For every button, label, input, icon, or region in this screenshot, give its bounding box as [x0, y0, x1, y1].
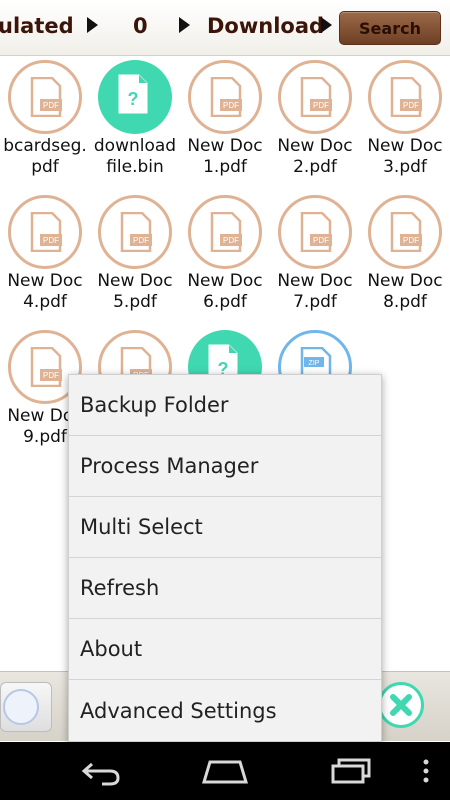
menu-item-multi-select[interactable]: Multi Select [69, 497, 381, 558]
file-name-line2: 7.pdf [293, 292, 337, 312]
file-name-line2: 6.pdf [203, 292, 247, 312]
pdf-document-icon: PDF [390, 212, 422, 252]
breadcrumb-separator-icon [179, 17, 190, 33]
pdf-document-icon: PDF [30, 77, 62, 117]
file-name-line1: New Doc [277, 271, 353, 291]
system-navigation-bar [0, 742, 450, 800]
menu-item-about[interactable]: About [69, 619, 381, 680]
recent-apps-icon [331, 758, 371, 784]
breadcrumb-separator-icon [87, 17, 98, 33]
pdf-document-icon: PDF [30, 347, 62, 387]
file-name-line2: pdf [31, 157, 59, 177]
pdf-document-icon: PDF [390, 77, 422, 117]
svg-text:PDF: PDF [313, 101, 329, 110]
breadcrumb-item-ulated[interactable]: ulated [0, 14, 74, 38]
pdf-file-icon: PDF [188, 60, 262, 134]
svg-text:PDF: PDF [313, 236, 329, 245]
file-name-line1: New Doc [187, 271, 263, 291]
svg-text:PDF: PDF [223, 101, 239, 110]
menu-item-process-manager[interactable]: Process Manager [69, 436, 381, 497]
svg-text:PDF: PDF [43, 101, 59, 110]
breadcrumb-item-0[interactable]: 0 [133, 14, 148, 38]
file-name-line2: 1.pdf [203, 157, 247, 177]
back-icon [81, 762, 120, 786]
overflow-menu-button[interactable] [414, 742, 438, 800]
breadcrumb-bar: ulated 0 Download Search [0, 0, 450, 56]
svg-text:ZIP: ZIP [309, 360, 320, 367]
file-manager-screen: ulated 0 Download Search PDF bcardseg. pd… [0, 0, 450, 800]
breadcrumb-separator-icon [321, 17, 332, 33]
pdf-document-icon: PDF [120, 212, 152, 252]
menu-item-refresh[interactable]: Refresh [69, 558, 381, 619]
pdf-document-icon: PDF [210, 77, 242, 117]
question-document-icon: ? [118, 74, 148, 114]
file-name-line2: 2.pdf [293, 157, 337, 177]
file-name-line2: 8.pdf [383, 292, 427, 312]
search-button[interactable]: Search [339, 11, 441, 45]
pdf-file-icon: PDF [188, 195, 262, 269]
recent-apps-button[interactable] [322, 742, 378, 800]
svg-text:PDF: PDF [43, 371, 59, 380]
menu-item-advanced-settings[interactable]: Advanced Settings [69, 680, 381, 741]
close-button[interactable] [376, 680, 426, 732]
file-name-line1: New Doc [367, 136, 443, 156]
svg-text:PDF: PDF [403, 101, 419, 110]
file-name-line1: download [93, 136, 177, 156]
unknown-file-icon: ? [98, 60, 172, 134]
options-menu: Backup Folder Process Manager Multi Sele… [68, 374, 382, 742]
file-name-line2: 4.pdf [23, 292, 67, 312]
file-name-line2: 3.pdf [383, 157, 427, 177]
home-icon [201, 760, 249, 784]
pdf-document-icon: PDF [300, 212, 332, 252]
overflow-menu-icon [423, 759, 429, 783]
breadcrumb-item-download[interactable]: Download [207, 14, 324, 38]
svg-text:?: ? [128, 89, 139, 109]
pdf-file-icon: PDF [278, 60, 352, 134]
file-name-line1: New Doc [277, 136, 353, 156]
close-icon [378, 682, 424, 728]
pdf-file-icon: PDF [98, 195, 172, 269]
pdf-document-icon: PDF [300, 77, 332, 117]
pdf-document-icon: PDF [30, 212, 62, 252]
pdf-file-icon: PDF [368, 60, 442, 134]
pdf-file-icon: PDF [8, 195, 82, 269]
svg-text:PDF: PDF [403, 236, 419, 245]
svg-text:PDF: PDF [133, 236, 149, 245]
file-name-line1: New Doc [187, 136, 263, 156]
file-name-line2: 5.pdf [113, 292, 157, 312]
file-name-line1: New Doc [7, 271, 83, 291]
svg-text:PDF: PDF [223, 236, 239, 245]
file-name-line1: New Doc [97, 271, 173, 291]
svg-text:PDF: PDF [43, 236, 59, 245]
pdf-file-icon: PDF [278, 195, 352, 269]
pdf-file-icon: PDF [8, 60, 82, 134]
file-name-line1: bcardseg. [3, 136, 87, 156]
file-name-line2: file.bin [106, 157, 164, 177]
pdf-file-icon: PDF [368, 195, 442, 269]
back-button[interactable] [72, 742, 128, 800]
file-name-line2: 9.pdf [23, 427, 67, 447]
home-button[interactable] [197, 742, 253, 800]
menu-item-backup-folder[interactable]: Backup Folder [69, 375, 381, 436]
toolbar-left-button[interactable] [0, 682, 52, 732]
toolbar-left-icon [3, 689, 39, 725]
pdf-document-icon: PDF [210, 212, 242, 252]
file-name-line1: New Doc [367, 271, 443, 291]
